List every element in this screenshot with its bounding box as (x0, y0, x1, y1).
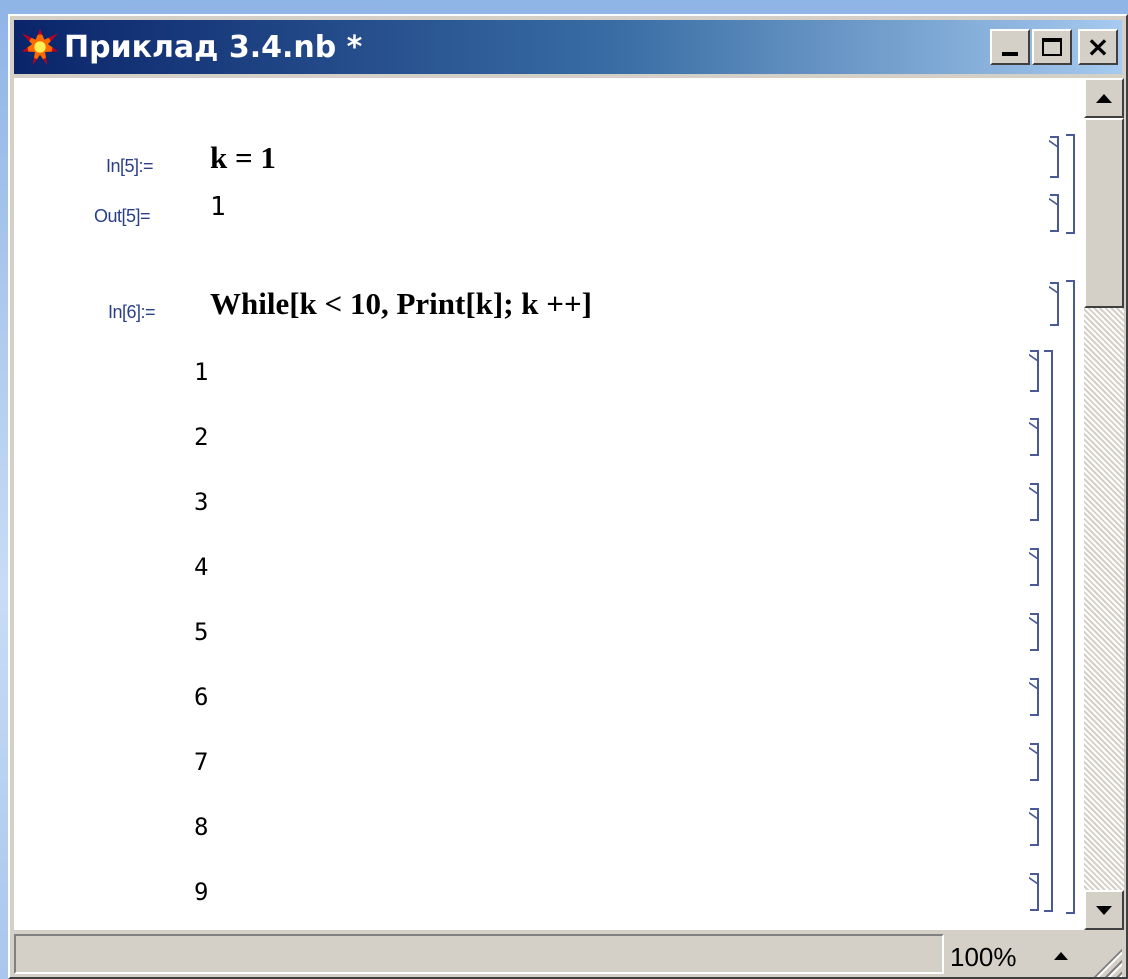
cell-bracket-in6[interactable] (1050, 282, 1059, 326)
cell-bracket-print-2[interactable] (1030, 418, 1039, 456)
status-message-field (14, 934, 944, 974)
group-bracket-5[interactable] (1066, 134, 1075, 234)
minimize-button[interactable] (990, 29, 1030, 65)
in6-label: In[6]:= (108, 302, 156, 322)
cell-bracket-print-9[interactable] (1030, 873, 1039, 911)
cell-bracket-print-6[interactable] (1030, 678, 1039, 716)
group-bracket-6[interactable] (1066, 280, 1075, 914)
minimize-icon (1002, 52, 1018, 56)
zoom-level[interactable]: 100% (950, 942, 1017, 973)
scroll-thumb[interactable] (1084, 118, 1124, 308)
in5-label: In[5]:= (106, 156, 154, 176)
status-bar: 100% (14, 932, 1122, 977)
maximize-button[interactable] (1032, 29, 1072, 65)
resize-grip-icon[interactable] (1088, 943, 1122, 977)
out5-label: Out[5]= (94, 206, 151, 226)
group-bracket-print[interactable] (1044, 350, 1053, 912)
scroll-down-arrow-icon (1096, 905, 1112, 915)
print-line-4: 4 (194, 553, 209, 581)
notebook-window: Приклад 3.4.nb * × In[5]:= k = 1 Out[5]=… (8, 14, 1128, 979)
print-line-5: 5 (194, 618, 209, 646)
maximize-icon (1042, 38, 1062, 56)
window-title: Приклад 3.4.nb * (64, 29, 363, 65)
cell-bracket-print-4[interactable] (1030, 548, 1039, 586)
title-bar[interactable]: Приклад 3.4.nb * × (14, 20, 1122, 74)
print-line-9: 9 (194, 878, 209, 906)
in5-input[interactable]: k = 1 (210, 140, 276, 176)
mathematica-star-icon[interactable] (22, 29, 58, 65)
scroll-down-button[interactable] (1084, 890, 1124, 930)
vertical-scrollbar[interactable] (1084, 78, 1124, 930)
in6-input[interactable]: While[k < 10, Print[k]; k ++] (210, 286, 592, 322)
zoom-menu-arrow-icon[interactable] (1054, 952, 1068, 960)
print-line-6: 6 (194, 683, 209, 711)
cell-bracket-print-5[interactable] (1030, 613, 1039, 651)
print-line-8: 8 (194, 813, 209, 841)
cell-bracket-out5[interactable] (1050, 194, 1059, 232)
close-button[interactable]: × (1078, 29, 1118, 65)
cell-bracket-print-8[interactable] (1030, 808, 1039, 846)
print-line-7: 7 (194, 748, 209, 776)
scroll-up-button[interactable] (1084, 78, 1124, 118)
cell-bracket-print-3[interactable] (1030, 483, 1039, 521)
print-line-2: 2 (194, 423, 209, 451)
cell-bracket-in5[interactable] (1050, 136, 1059, 178)
out5-value: 1 (210, 192, 226, 222)
notebook-content[interactable]: In[5]:= k = 1 Out[5]= 1 In[6]:= While[k … (14, 78, 1084, 930)
window-controls: × (990, 29, 1118, 65)
cell-bracket-print-1[interactable] (1030, 350, 1039, 392)
print-line-1: 1 (194, 358, 209, 386)
print-line-3: 3 (194, 488, 209, 516)
cell-bracket-print-7[interactable] (1030, 743, 1039, 781)
scroll-up-arrow-icon (1096, 93, 1112, 103)
close-icon: × (1086, 30, 1110, 63)
